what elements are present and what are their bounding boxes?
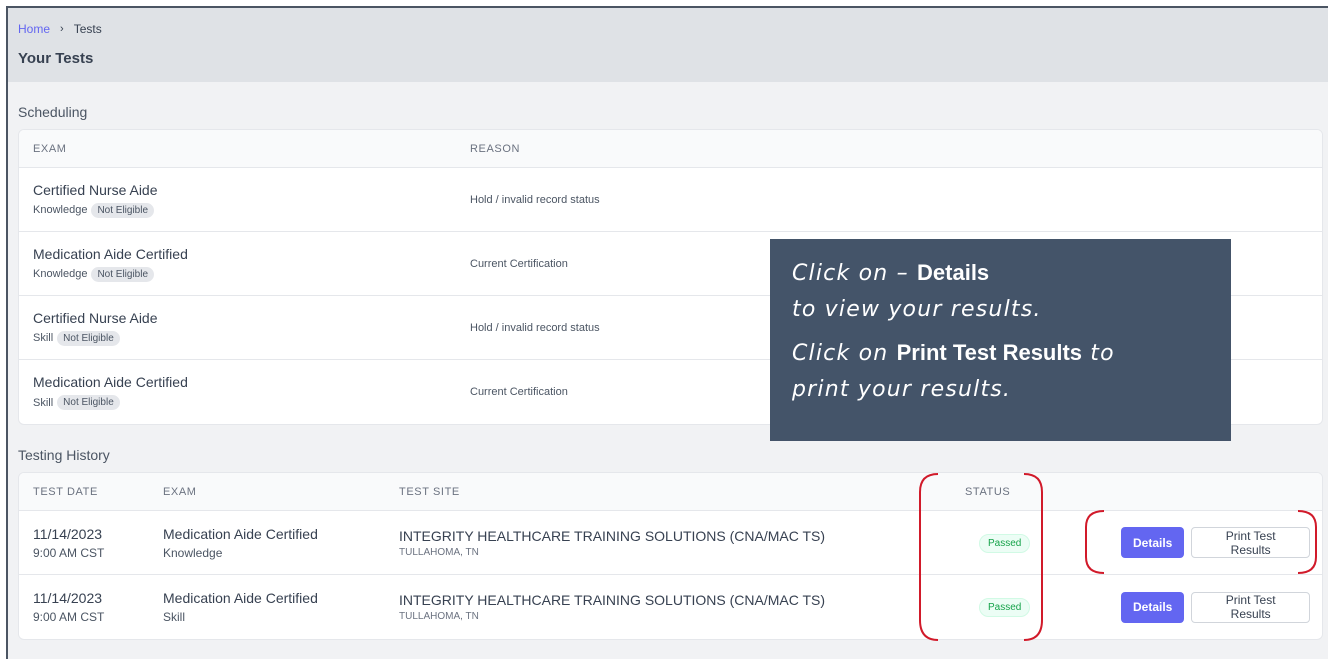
column-header-status: STATUS bbox=[965, 485, 1011, 498]
callout-text: print your results. bbox=[792, 377, 1012, 402]
status-badge: Passed bbox=[979, 598, 1031, 617]
exam-name: Medication Aide Certified bbox=[33, 245, 188, 262]
table-row: 11/14/2023 9:00 AM CST Medication Aide C… bbox=[19, 575, 1322, 639]
reason-text: Current Certification bbox=[470, 386, 568, 398]
scheduling-title: Scheduling bbox=[18, 104, 88, 120]
status-badge: Not Eligible bbox=[57, 330, 120, 346]
testing-history-table: TEST DATE EXAM TEST SITE STATUS 11/14/20… bbox=[18, 472, 1323, 640]
status-badge: Not Eligible bbox=[91, 266, 155, 282]
test-site-location: TULLAHOMA, TN bbox=[399, 611, 479, 622]
exam-type: Skill bbox=[163, 610, 186, 624]
callout-text: to bbox=[1082, 341, 1115, 366]
callout-text: to view your results. bbox=[792, 297, 1042, 322]
status-badge: Not Eligible bbox=[57, 395, 120, 410]
reason-text: Hold / invalid record status bbox=[470, 321, 600, 334]
instruction-callout: Click on – Details to view your results.… bbox=[770, 239, 1231, 441]
callout-text: Click on – bbox=[792, 261, 918, 286]
callout-text: Click on bbox=[792, 341, 897, 366]
table-row: Certified Nurse Aide Knowledge Not Eligi… bbox=[19, 168, 1322, 232]
breadcrumb-home-link[interactable]: Home bbox=[18, 22, 50, 36]
column-header-test-site: TEST SITE bbox=[399, 485, 460, 498]
exam-name: Certified Nurse Aide bbox=[33, 309, 158, 326]
callout-line: print your results. bbox=[792, 371, 1209, 407]
status-badge: Not Eligible bbox=[91, 202, 155, 218]
print-test-results-button[interactable]: Print Test Results bbox=[1191, 527, 1310, 558]
column-header-exam: EXAM bbox=[33, 142, 67, 155]
callout-line: Click on Print Test Results to bbox=[792, 335, 1209, 371]
reason-text: Hold / invalid record status bbox=[470, 193, 600, 206]
chevron-right-icon: › bbox=[60, 23, 64, 35]
column-header-exam: EXAM bbox=[163, 485, 197, 498]
callout-text-bold: Details bbox=[917, 260, 990, 285]
page-title: Your Tests bbox=[18, 50, 94, 67]
exam-name: Medication Aide Certified bbox=[163, 525, 318, 542]
test-date: 11/14/2023 bbox=[33, 590, 103, 606]
page-header: Home › Tests Your Tests bbox=[8, 8, 1328, 82]
exam-type: Skill bbox=[33, 332, 54, 344]
callout-line: to view your results. bbox=[792, 291, 1209, 327]
table-row: 11/14/2023 9:00 AM CST Medication Aide C… bbox=[19, 511, 1322, 575]
test-time: 9:00 AM CST bbox=[33, 545, 105, 560]
exam-name: Certified Nurse Aide bbox=[33, 181, 158, 198]
test-date: 11/14/2023 bbox=[33, 525, 103, 542]
table-header: TEST DATE EXAM TEST SITE STATUS bbox=[19, 473, 1322, 511]
print-test-results-button[interactable]: Print Test Results bbox=[1191, 591, 1310, 623]
breadcrumb-current: Tests bbox=[73, 22, 102, 36]
breadcrumb: Home › Tests bbox=[18, 22, 1318, 36]
callout-text-bold: Print Test Results bbox=[896, 340, 1083, 365]
exam-type: Knowledge bbox=[33, 204, 88, 216]
reason-text: Current Certification bbox=[470, 257, 568, 270]
exam-type: Knowledge bbox=[163, 545, 223, 560]
details-button[interactable]: Details bbox=[1121, 591, 1185, 623]
test-time: 9:00 AM CST bbox=[33, 610, 105, 624]
callout-line: Click on – Details bbox=[792, 255, 1209, 291]
details-button[interactable]: Details bbox=[1121, 527, 1185, 558]
test-site-location: TULLAHOMA, TN bbox=[399, 546, 479, 558]
table-header: EXAM REASON bbox=[19, 130, 1322, 168]
exam-name: Medication Aide Certified bbox=[33, 374, 188, 390]
column-header-test-date: TEST DATE bbox=[33, 485, 98, 498]
column-header-reason: REASON bbox=[470, 142, 521, 155]
exam-type: Knowledge bbox=[33, 268, 88, 280]
exam-type: Skill bbox=[33, 396, 54, 409]
exam-name: Medication Aide Certified bbox=[163, 590, 318, 606]
status-badge: Passed bbox=[979, 533, 1031, 553]
test-site-name: INTEGRITY HEALTHCARE TRAINING SOLUTIONS … bbox=[399, 592, 826, 608]
test-site-name: INTEGRITY HEALTHCARE TRAINING SOLUTIONS … bbox=[399, 527, 826, 544]
